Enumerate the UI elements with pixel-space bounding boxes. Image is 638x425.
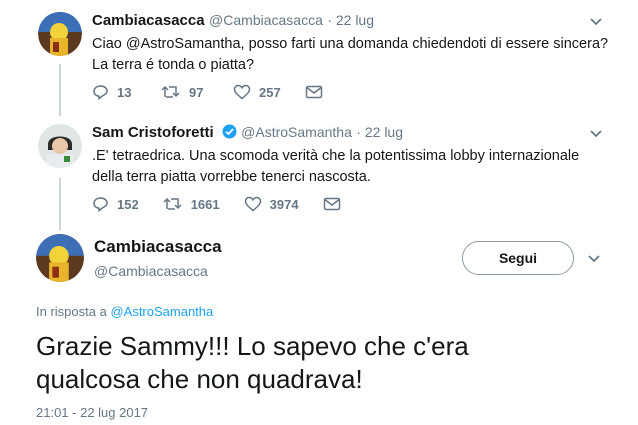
like-button[interactable]: 257 [233,84,281,100]
author-name[interactable]: Cambiacasacca [94,237,222,257]
author-name[interactable]: Sam Cristoforetti [92,124,214,141]
in-reply-to: In risposta a @AstroSamantha [36,304,213,319]
avatar[interactable] [38,12,82,56]
tweet-text-line-1: Grazie Sammy!!! Lo sapevo che c'era [36,331,469,361]
heart-icon [233,84,251,100]
retweet-icon [163,197,182,210]
tweet-time[interactable]: · 22 lug [327,12,374,28]
heart-icon [244,196,261,212]
tweet-text-line-2: della terra piatta vorrebbe tenerci nasc… [92,169,371,185]
reply-button[interactable]: 13 [92,84,137,100]
reply-icon [93,85,108,100]
follow-button[interactable]: Segui [462,241,574,275]
tweet-time[interactable]: · 22 lug [356,124,403,140]
chevron-down-icon[interactable] [588,13,604,29]
retweet-button[interactable]: 1661 [163,196,220,212]
tweet-text-line-2: qualcosa che non quadrava! [36,364,363,394]
like-count: 3974 [269,196,299,212]
timestamp[interactable]: 21:01 - 22 lug 2017 [36,405,148,420]
avatar[interactable] [36,234,84,282]
chevron-down-icon[interactable] [586,250,602,266]
author-handle[interactable]: @AstroSamantha [241,124,352,140]
envelope-icon [323,197,340,211]
reply-count: 152 [117,196,139,212]
envelope-icon [305,85,322,99]
author-name[interactable]: Cambiacasacca [92,12,205,29]
verified-badge-icon [222,124,237,139]
tweet-text-line-1: .E' tetraedrica. Una scomoda verità che … [92,148,580,164]
thread-line-top [59,64,61,116]
tweet-text-line-1: Ciao @AstroSamantha, posso farti una dom… [92,36,609,52]
retweet-icon [161,85,180,98]
chevron-down-icon[interactable] [588,125,604,141]
reply-icon [93,197,108,212]
avatar[interactable] [38,124,82,168]
main-tweet-text: Grazie Sammy!!! Lo sapevo che c'era qual… [36,330,469,396]
message-button[interactable] [305,85,331,99]
retweet-button[interactable]: 97 [161,84,209,100]
author-handle[interactable]: @Cambiacasacca [209,12,323,28]
author-handle[interactable]: @Cambiacasacca [94,263,222,279]
reply-prefix: In risposta a [36,304,107,319]
like-count: 257 [259,84,281,100]
like-button[interactable]: 3974 [244,196,299,212]
tweet-text-line-2: La terra é tonda o piatta? [92,57,255,73]
reply-to-link[interactable]: @AstroSamantha [110,304,213,319]
retweet-count: 97 [189,84,204,100]
message-button[interactable] [323,197,349,211]
reply-button[interactable]: 152 [92,196,139,212]
reply-count: 13 [117,84,132,100]
thread-line-middle [59,178,61,230]
retweet-count: 1661 [190,196,220,212]
